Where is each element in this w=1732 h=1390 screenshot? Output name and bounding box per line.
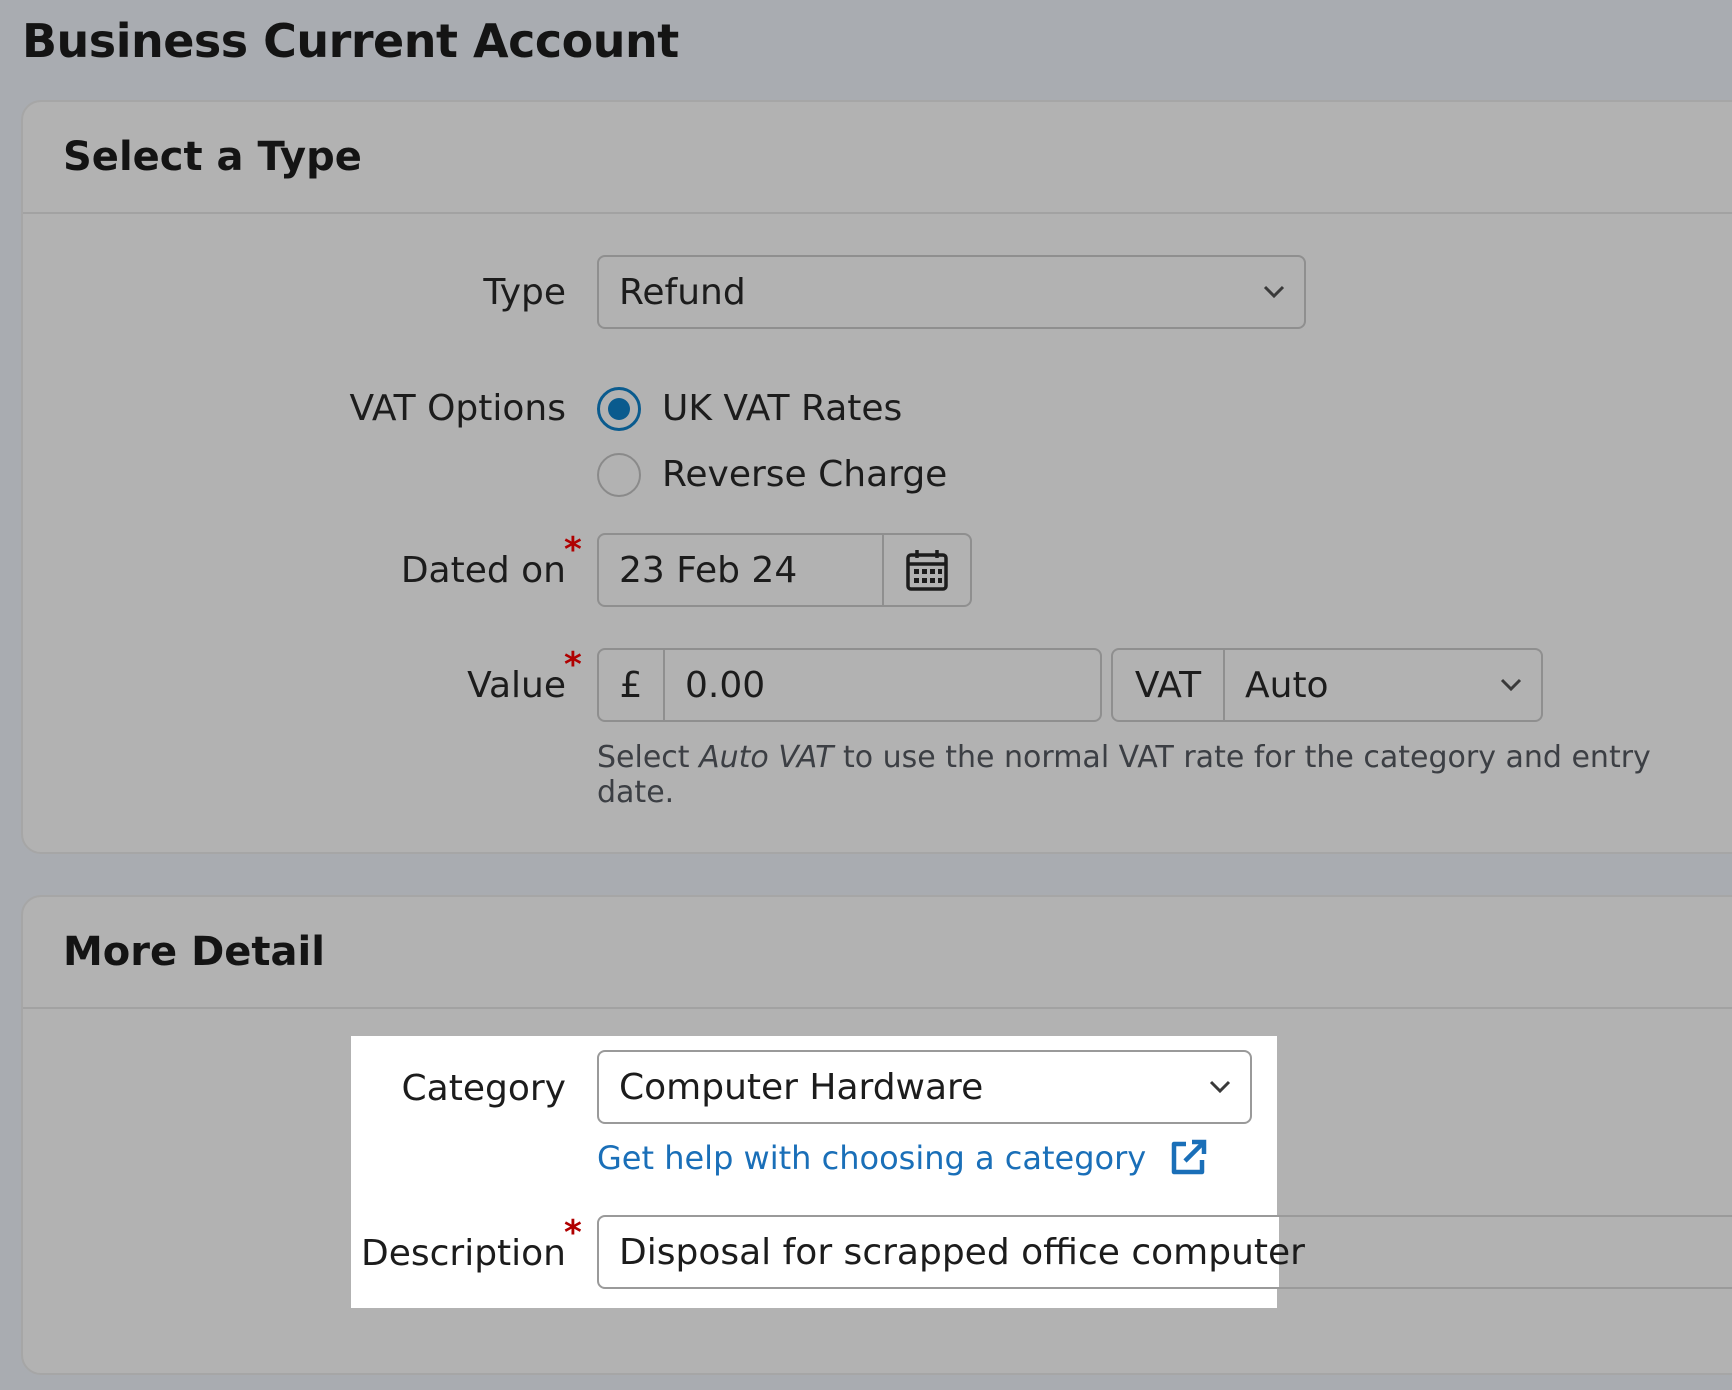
currency-addon: £ (599, 650, 665, 720)
category-label: Category (401, 1068, 566, 1109)
vat-select[interactable]: VAT Auto (1111, 648, 1543, 722)
required-marker: * (564, 530, 582, 570)
dated-on-value: 23 Feb 24 (619, 549, 798, 591)
value-label: Value (467, 665, 566, 706)
type-label: Type (483, 272, 566, 313)
category-help-link[interactable]: Get help with choosing a category (597, 1138, 1208, 1178)
type-select-value: Refund (619, 271, 746, 313)
vat-hint-prefix: Select (597, 740, 700, 775)
dated-on-label: Dated on (400, 550, 566, 591)
category-help-link-text[interactable]: Get help with choosing a category (597, 1139, 1146, 1177)
chevron-down-icon (1244, 285, 1304, 299)
external-link-icon (1171, 1139, 1207, 1175)
type-select[interactable]: Refund (597, 255, 1306, 329)
radio-label-uk-vat-rates[interactable]: UK VAT Rates (662, 388, 902, 429)
description-value: Disposal for scrapped office computer (619, 1231, 1305, 1273)
category-select[interactable]: Computer Hardware (597, 1050, 1252, 1124)
radio-uk-vat-rates[interactable] (597, 387, 641, 431)
calendar-button[interactable] (882, 535, 970, 605)
chevron-down-icon (1190, 1080, 1250, 1094)
value-input[interactable]: £ 0.00 (597, 648, 1102, 722)
dated-on-input[interactable]: 23 Feb 24 (597, 533, 972, 607)
value-amount: 0.00 (685, 664, 766, 706)
radio-label-reverse-charge[interactable]: Reverse Charge (662, 454, 947, 495)
vat-addon: VAT (1113, 650, 1225, 720)
page-title: Business Current Account (22, 14, 679, 68)
description-label: Description (360, 1233, 566, 1274)
radio-reverse-charge[interactable] (597, 453, 641, 497)
required-marker: * (564, 1213, 582, 1253)
description-input[interactable]: Disposal for scrapped office computer (597, 1215, 1732, 1289)
select-type-header: Select a Type (23, 102, 1732, 214)
vat-select-value: Auto (1245, 664, 1329, 706)
more-detail-title: More Detail (63, 929, 325, 975)
chevron-down-icon (1481, 678, 1541, 692)
vat-hint: Select Auto VAT to use the normal VAT ra… (597, 740, 1732, 810)
required-marker: * (564, 645, 582, 685)
more-detail-header: More Detail (23, 897, 1732, 1009)
select-type-title: Select a Type (63, 134, 362, 180)
vat-hint-emphasis: Auto VAT (699, 740, 834, 775)
calendar-icon (906, 550, 948, 591)
category-select-value: Computer Hardware (619, 1066, 984, 1108)
vat-options-label: VAT Options (349, 388, 567, 429)
